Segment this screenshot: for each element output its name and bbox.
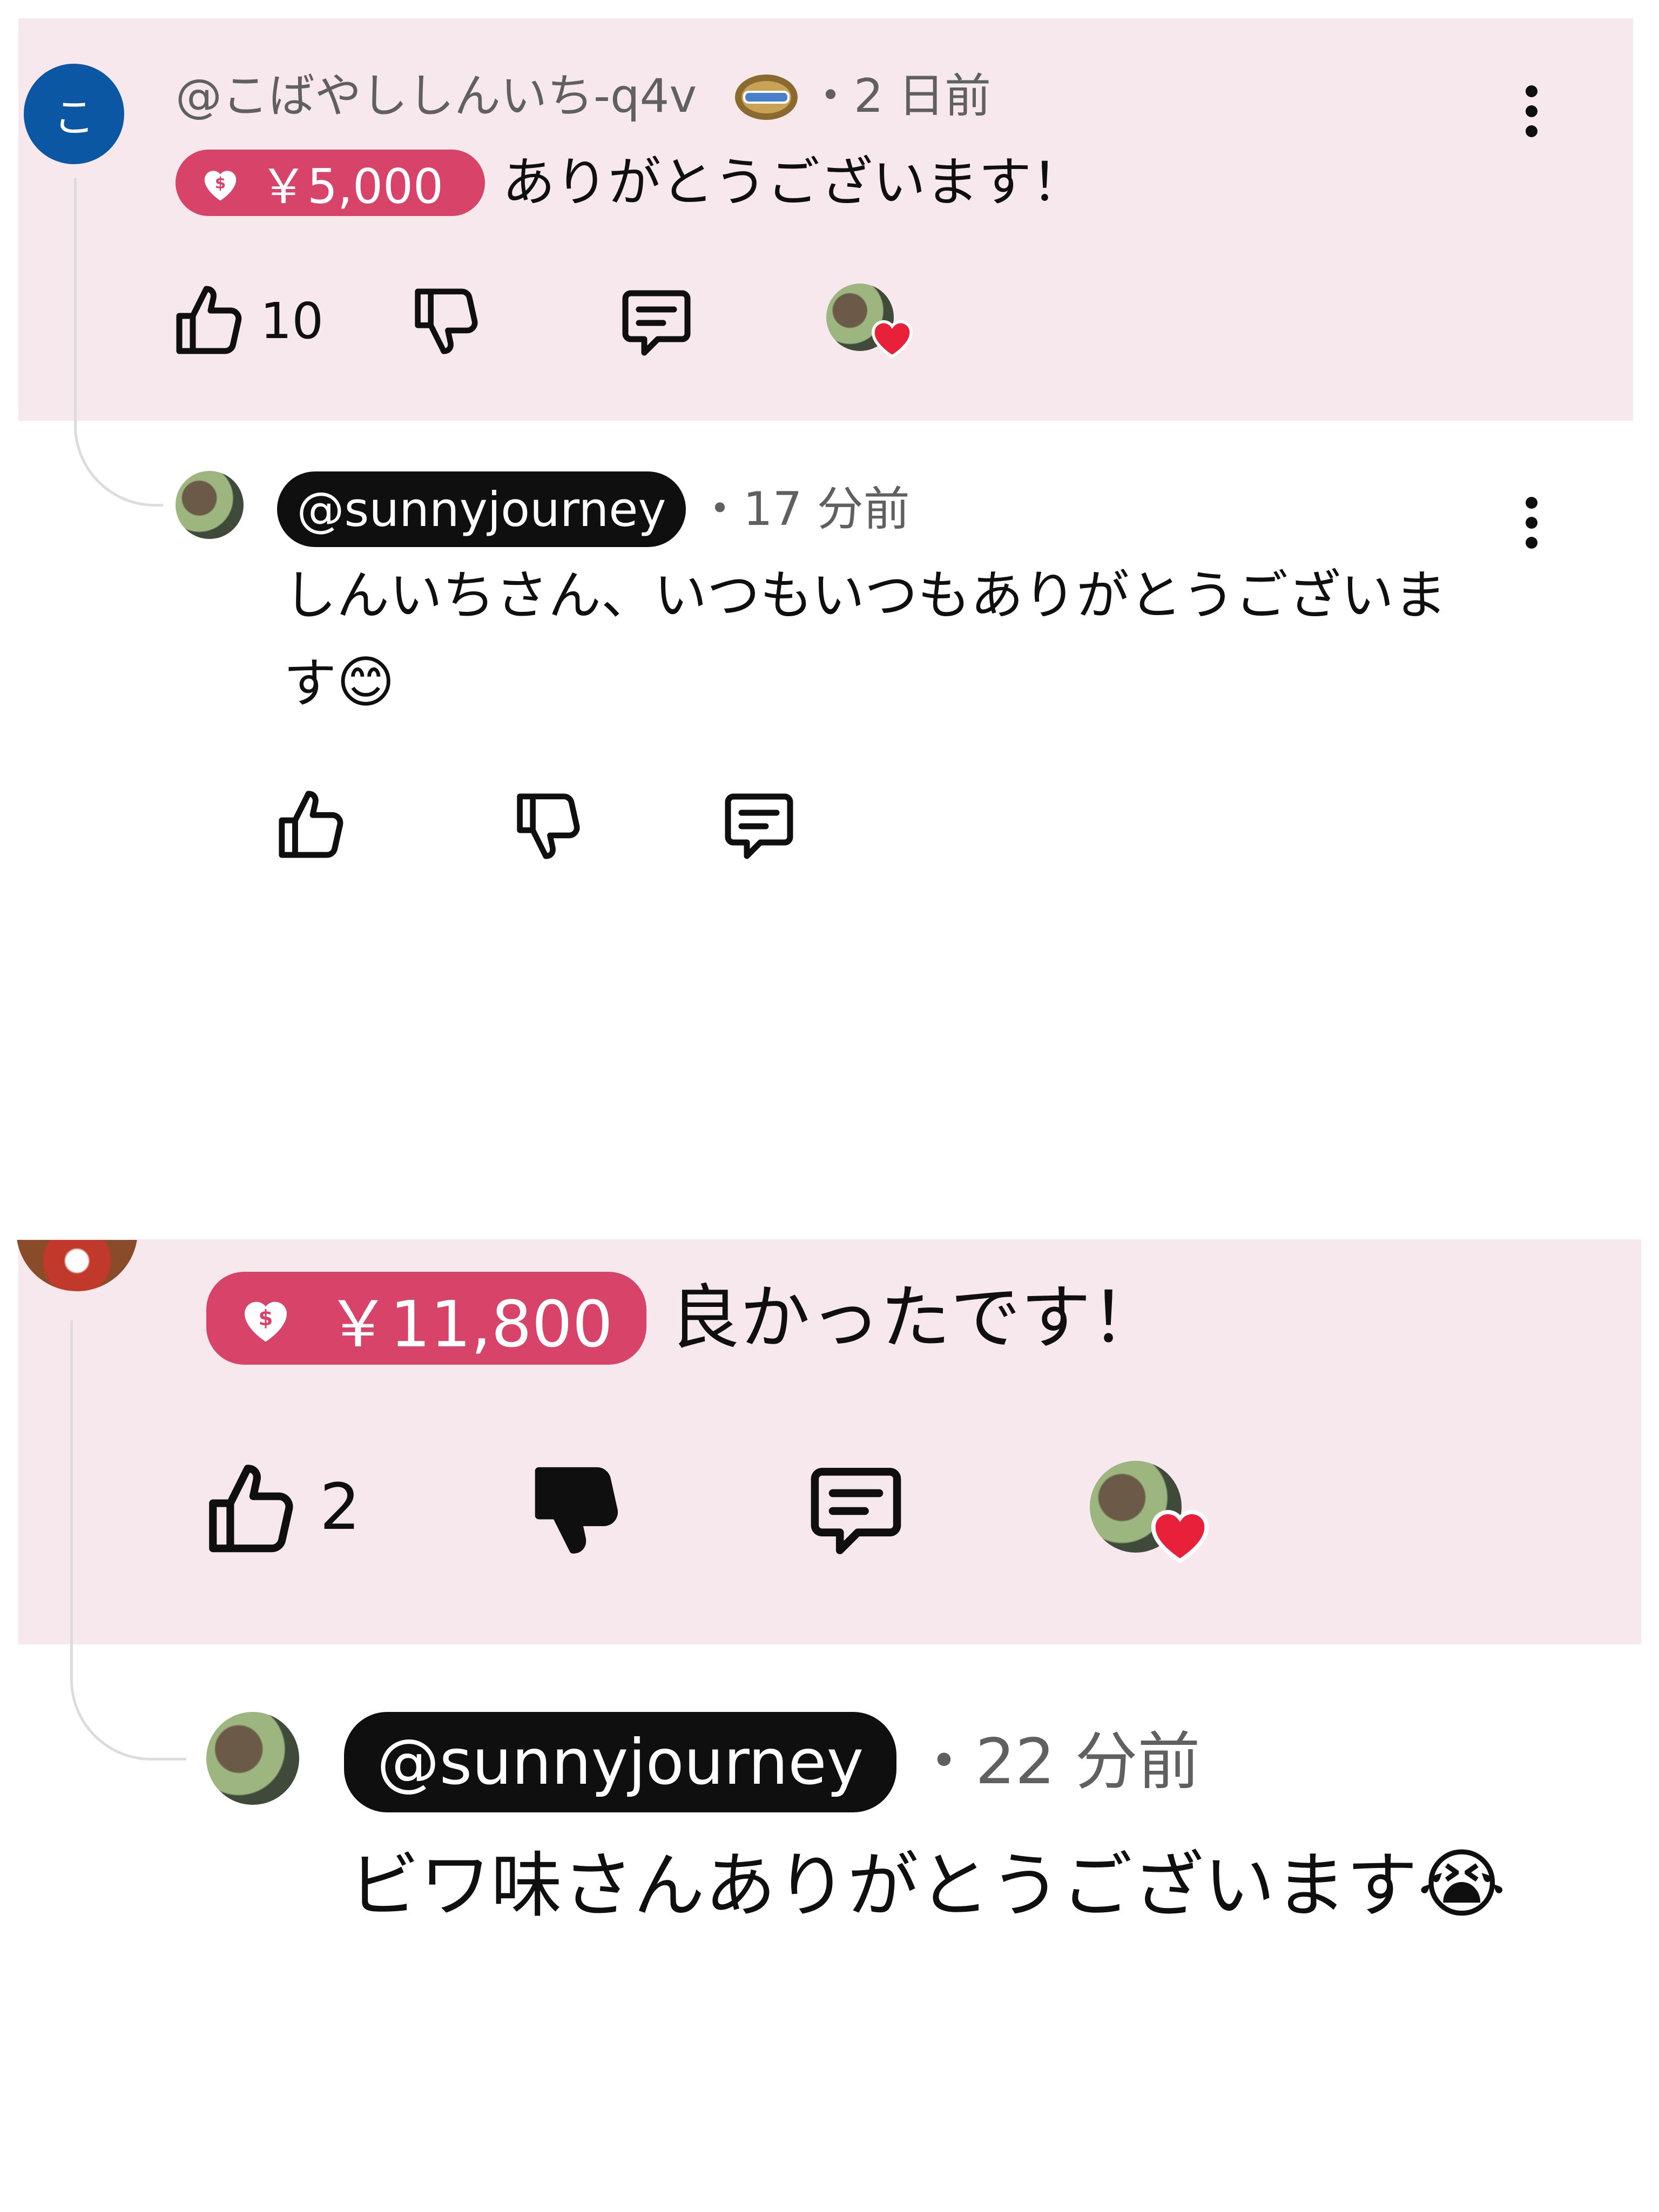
reply-button[interactable] <box>620 288 693 358</box>
creator-handle-badge[interactable]: @sunnyjourney <box>277 471 686 547</box>
avatar[interactable]: こ <box>24 64 124 164</box>
comment-text: 良かったです！ <box>670 1277 1162 1359</box>
svg-text:$: $ <box>215 173 226 192</box>
comment-author-handle[interactable]: @こばやししんいち-q4v <box>176 64 697 129</box>
heart-icon <box>1151 1510 1209 1563</box>
svg-text:$: $ <box>258 1306 273 1331</box>
dislike-button[interactable] <box>413 286 480 359</box>
reply-timestamp: ・17 分前 <box>697 482 910 536</box>
creator-heart-indicator <box>1090 1461 1219 1572</box>
reply-text: ビワ味さんありがとうございます😭 <box>348 1836 1506 1934</box>
more-options-button[interactable] <box>1518 85 1546 145</box>
like-button[interactable] <box>276 786 346 860</box>
smiling-face-emoji: 😊 <box>336 649 395 715</box>
heart-dollar-icon: $ <box>238 1292 294 1344</box>
avatar[interactable] <box>176 471 244 539</box>
avatar-letter: こ <box>53 93 95 141</box>
reply-text-end: す <box>284 653 337 714</box>
like-button[interactable] <box>174 281 244 356</box>
super-thanks-amount: ￥5,000 <box>260 159 443 214</box>
more-options-button[interactable] <box>1518 497 1546 556</box>
reply-timestamp: ・22 分前 <box>913 1725 1201 1798</box>
like-button[interactable] <box>205 1458 297 1555</box>
comment-text: ありがとうございます！ <box>502 152 1085 213</box>
reply-text-line-1: しんいちさん、いつもいつもありがとうございま <box>284 565 1447 626</box>
dislike-button[interactable] <box>515 791 582 864</box>
crying-face-emoji: 😭 <box>1418 1840 1506 1928</box>
super-thanks-amount: ￥11,800 <box>326 1286 613 1361</box>
super-thanks-badge: $ ￥5,000 <box>176 150 485 216</box>
heart-icon <box>872 320 913 359</box>
avatar[interactable] <box>16 1240 138 1294</box>
member-badge-icon <box>733 72 799 122</box>
heart-dollar-icon: $ <box>199 164 241 203</box>
reply-button[interactable] <box>723 791 795 861</box>
reply-text-body: ビワ味さんありがとうございます <box>348 1844 1418 1927</box>
thread-connector-2 <box>70 1320 186 1761</box>
reply-text-line-2: す😊 <box>284 645 395 720</box>
reply-button[interactable] <box>807 1465 905 1557</box>
thread-connector-1 <box>74 178 163 507</box>
super-thanks-badge: $ ￥11,800 <box>206 1272 646 1365</box>
dislike-button-active[interactable] <box>532 1464 621 1561</box>
like-count: 2 <box>320 1469 361 1544</box>
creator-heart-indicator <box>826 284 923 365</box>
avatar[interactable] <box>206 1712 299 1805</box>
comment-timestamp: ・2 日前 <box>807 69 992 123</box>
creator-handle-badge[interactable]: @sunnyjourney <box>344 1712 896 1812</box>
like-count: 10 <box>260 292 324 350</box>
